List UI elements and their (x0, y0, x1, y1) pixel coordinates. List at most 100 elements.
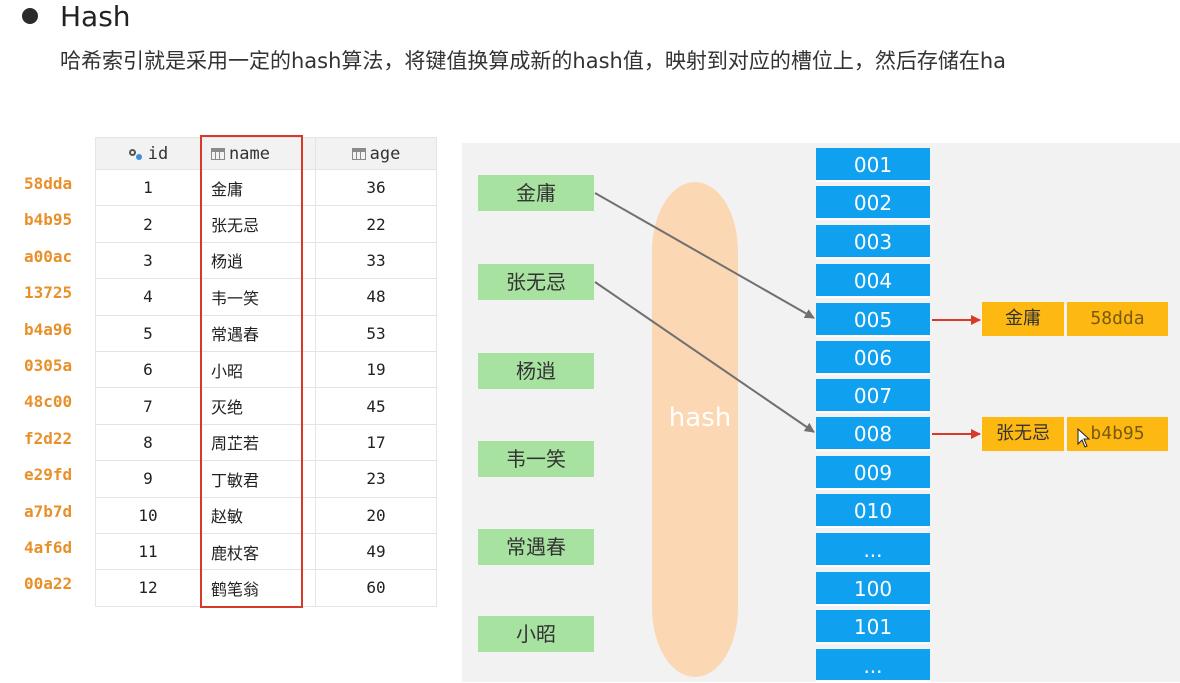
table-row: 12 鹤笔翁 60 (95, 569, 437, 607)
hash-slot: 010 (816, 494, 930, 528)
hash-value: 0305a (24, 355, 73, 375)
cell-age: 49 (315, 532, 437, 571)
cell-id: 6 (95, 350, 201, 389)
hash-slot: 006 (816, 341, 930, 375)
table-row: 9 丁敏君 23 (95, 460, 437, 498)
table-row: 8 周芷若 17 (95, 423, 437, 462)
bucket-entry-name: 金庸 (982, 302, 1064, 336)
name-node: 常遇春 (478, 529, 594, 565)
hash-value-column: 58dda b4b95 a00ac 13725 b4a96 0305a 48c0… (24, 168, 92, 605)
mouse-cursor-icon (1077, 428, 1091, 448)
hash-value: 58dda (24, 174, 73, 193)
hash-value: 48c00 (24, 392, 73, 412)
hash-slot: ... (816, 533, 930, 567)
hash-value: 00a22 (24, 574, 73, 594)
cell-age: 48 (315, 278, 437, 316)
hash-value: e29fd (24, 465, 73, 485)
table-header-row: id name age (95, 137, 437, 170)
cell-name: 赵敏 (200, 496, 316, 534)
bullet-dot (22, 8, 38, 24)
name-node: 张无忌 (478, 264, 594, 300)
table-row: 10 赵敏 20 (95, 496, 437, 534)
hash-value: a00ac (24, 246, 73, 266)
cell-age: 45 (315, 387, 437, 425)
cell-age: 60 (315, 569, 437, 607)
hash-value: 13725 (24, 283, 73, 303)
hash-function-label: hash (668, 403, 732, 433)
hash-slot: 009 (816, 456, 930, 490)
cell-id: 12 (95, 569, 201, 607)
cell-age: 19 (315, 350, 437, 389)
cell-name: 小昭 (200, 350, 316, 389)
hash-slot: 002 (816, 186, 930, 220)
cell-id: 9 (95, 460, 201, 498)
hash-value: 4af6d (24, 537, 73, 557)
cell-name: 灭绝 (200, 387, 316, 425)
cell-name: 鹿杖客 (200, 532, 316, 571)
column-header-age[interactable]: age (315, 137, 437, 170)
table-row: 4 韦一笑 48 (95, 278, 437, 316)
table-row: 11 鹿杖客 49 (95, 532, 437, 571)
column-icon (351, 147, 366, 160)
cell-name: 周芷若 (200, 423, 316, 462)
column-header-label: age (369, 143, 401, 164)
section-heading: Hash (60, 0, 131, 33)
hash-slot: 100 (816, 572, 930, 606)
hash-slot: 101 (816, 610, 930, 644)
cell-name: 丁敏君 (200, 460, 316, 498)
name-node: 小昭 (478, 616, 594, 652)
section-description: 哈希索引就是采用一定的hash算法，将键值换算成新的hash值，映射到对应的槽位… (60, 49, 1007, 73)
hash-slot: 005 (816, 303, 930, 337)
cell-id: 7 (95, 387, 201, 425)
cell-age: 33 (315, 241, 437, 280)
cell-age: 23 (315, 460, 437, 498)
hash-slot: ... (816, 649, 930, 682)
cell-id: 10 (95, 496, 201, 534)
cell-id: 4 (95, 278, 201, 316)
cell-id: 5 (95, 314, 201, 352)
column-header-label: name (229, 143, 270, 164)
cell-id: 3 (95, 241, 201, 280)
table-row: 2 张无忌 22 (95, 205, 437, 243)
hash-value: f2d22 (24, 428, 73, 448)
hash-value: b4a96 (24, 319, 73, 339)
name-node: 杨逍 (478, 353, 594, 389)
name-node: 金庸 (478, 175, 594, 211)
cell-name: 杨逍 (200, 241, 316, 280)
hash-slot: 007 (816, 379, 930, 413)
cell-name: 常遇春 (200, 314, 316, 352)
cell-id: 11 (95, 532, 201, 571)
hash-value: a7b7d (24, 501, 73, 521)
user-table: id name age 1 金庸 36 2 张无忌 22 3 杨逍 33 4 韦一笑 48 5常… (95, 137, 437, 607)
cell-age: 22 (315, 205, 437, 243)
cell-age: 36 (315, 168, 437, 207)
table-row: 7 灭绝 45 (95, 387, 437, 425)
cell-name: 金庸 (200, 168, 316, 207)
hash-slot: 003 (816, 225, 930, 259)
cell-name: 韦一笑 (200, 278, 316, 316)
table-row: 1 金庸 36 (95, 168, 437, 207)
cell-id: 1 (95, 168, 201, 207)
column-header-name[interactable]: name (200, 137, 316, 170)
cell-id: 8 (95, 423, 201, 462)
table-row: 3 杨逍 33 (95, 241, 437, 280)
table-row: 5 常遇春 53 (95, 314, 437, 352)
bucket-entry-hash: 58dda (1067, 302, 1168, 336)
cell-name: 张无忌 (200, 205, 316, 243)
name-node: 韦一笑 (478, 441, 594, 477)
cell-age: 20 (315, 496, 437, 534)
cell-id: 2 (95, 205, 201, 243)
hash-value: b4b95 (24, 210, 73, 230)
hash-slot: 004 (816, 264, 930, 298)
column-header-label: id (147, 143, 169, 164)
hash-slot: 008 (816, 417, 930, 451)
hash-slot: 001 (816, 148, 930, 182)
cell-name: 鹤笔翁 (200, 569, 316, 607)
cell-age: 17 (315, 423, 437, 462)
primary-key-icon (128, 146, 144, 162)
column-header-id[interactable]: id (95, 137, 201, 170)
bucket-entry-name: 张无忌 (982, 417, 1064, 451)
table-row: 6 小昭 19 (95, 350, 437, 389)
cell-age: 53 (315, 314, 437, 352)
column-icon (211, 147, 225, 160)
